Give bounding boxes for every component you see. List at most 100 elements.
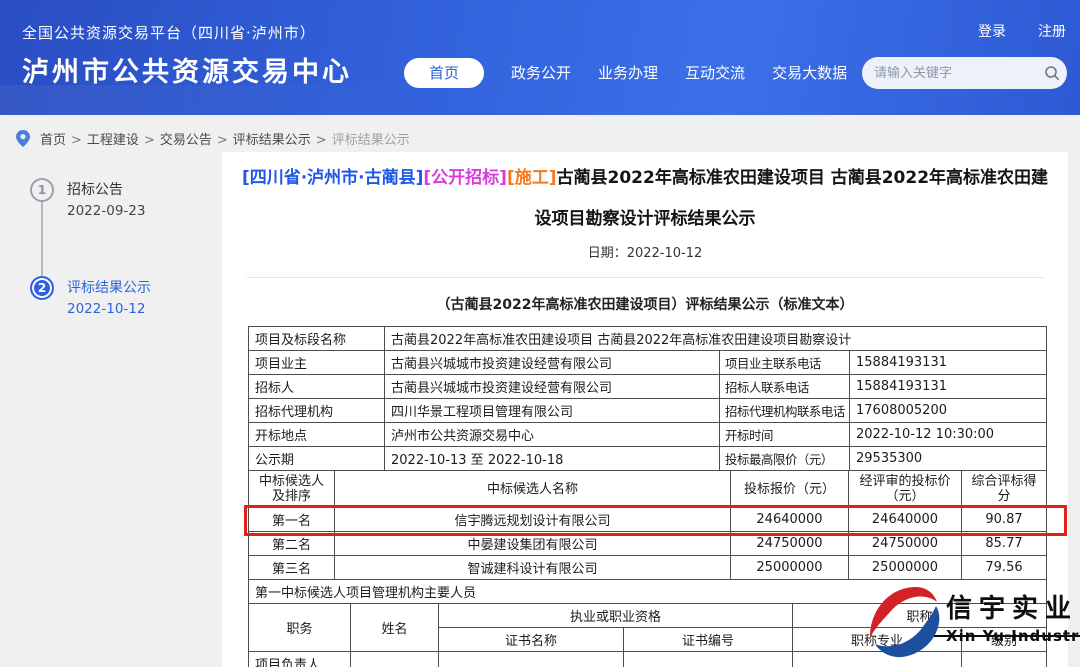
col-header-reviewed-price: 经评审的投标价（元） — [849, 471, 962, 508]
col-header-cert-no: 证书编号 — [624, 628, 793, 652]
info-value: 古蔺县2022年高标准农田建设项目 古蔺县2022年高标准农田建设项目勘察设计 — [385, 327, 1047, 351]
location-pin-icon — [16, 130, 30, 147]
article-date: 日期：2022-10-12 — [222, 242, 1068, 261]
info-label: 项目及标段名称 — [249, 327, 385, 351]
article-title: [四川省·泸州市·古蔺县][公开招标][施工]古蔺县2022年高标准农田建设项目… — [240, 158, 1050, 240]
main-nav: 首页 政务公开 业务办理 互动交流 交易大数据 — [404, 58, 847, 88]
empty-cell — [793, 652, 962, 667]
bid-candidates-table: 中标候选人及排序 中标候选人名称 投标报价（元） 经评审的投标价（元） 综合评标… — [248, 470, 1047, 580]
info-label: 项目业主联系电话 — [720, 351, 850, 375]
search-input[interactable] — [874, 66, 1044, 81]
nav-item-big-data[interactable]: 交易大数据 — [772, 58, 847, 88]
rank-cell: 第一名 — [249, 508, 335, 532]
table-row: 第三名 智诚建科设计有限公司 25000000 25000000 79.56 — [249, 556, 1047, 580]
empty-cell — [624, 652, 793, 667]
login-link[interactable]: 登录 — [978, 21, 1006, 41]
price-cell: 24640000 — [731, 508, 849, 532]
info-label: 项目业主 — [249, 351, 385, 375]
reviewed-price-cell: 24640000 — [849, 508, 962, 532]
breadcrumb-home[interactable]: 首页 — [40, 129, 82, 148]
empty-cell — [439, 652, 624, 667]
article-title-text: 古蔺县2022年高标准农田建设项目 古蔺县2022年高标准农田建设项目勘察设计评… — [535, 168, 1049, 229]
search-icon[interactable] — [1044, 65, 1060, 81]
timeline-step1-label: 招标公告 — [67, 180, 145, 200]
reviewed-price-cell: 25000000 — [849, 556, 962, 580]
col-header-title-level: 级别 — [962, 628, 1047, 652]
table-row: 开标地点 泸州市公共资源交易中心 开标时间 2022-10-12 10:30:0… — [249, 423, 1047, 447]
info-value: 2022-10-13 至 2022-10-18 — [385, 447, 720, 471]
region-tag: [四川省·泸州市·古蔺县] — [242, 168, 423, 188]
bid-header-row: 中标候选人及排序 中标候选人名称 投标报价（元） 经评审的投标价（元） 综合评标… — [249, 471, 1047, 508]
table-row: 招标人 古蔺县兴城城市投资建设经营有限公司 招标人联系电话 1588419313… — [249, 375, 1047, 399]
breadcrumb-current: 评标结果公示 — [332, 129, 415, 148]
personnel-header-row: 职务 姓名 执业或职业资格 职称 — [249, 604, 1047, 628]
info-value: 古蔺县兴城城市投资建设经营有限公司 — [385, 375, 720, 399]
rank-cell: 第二名 — [249, 532, 335, 556]
info-value: 15884193131 — [850, 375, 1047, 399]
breadcrumb-announcements[interactable]: 交易公告 — [160, 129, 228, 148]
timeline-step2-label: 评标结果公示 — [67, 278, 151, 298]
result-tables: 项目及标段名称 古蔺县2022年高标准农田建设项目 古蔺县2022年高标准农田建… — [248, 326, 1046, 667]
table-row: 项目及标段名称 古蔺县2022年高标准农田建设项目 古蔺县2022年高标准农田建… — [249, 327, 1047, 351]
timeline-step1-circle: 1 — [30, 178, 54, 202]
section-title-row: 第一中标候选人项目管理机构主要人员 — [249, 580, 1047, 604]
col-header-person-name: 姓名 — [351, 604, 439, 652]
info-label: 公示期 — [249, 447, 385, 471]
platform-title: 全国公共资源交易平台（四川省·泸州市） — [22, 22, 316, 43]
project-info-table: 项目及标段名称 古蔺县2022年高标准农田建设项目 古蔺县2022年高标准农田建… — [248, 326, 1047, 471]
info-label: 招标代理机构联系电话 — [720, 399, 850, 423]
table-row: 项目业主 古蔺县兴城城市投资建设经营有限公司 项目业主联系电话 15884193… — [249, 351, 1047, 375]
position-cell: 项目负责人 — [249, 652, 351, 667]
table-row: 招标代理机构 四川华景工程项目管理有限公司 招标代理机构联系电话 1760800… — [249, 399, 1047, 423]
register-link[interactable]: 注册 — [1038, 21, 1066, 41]
auth-links: 登录 注册 — [978, 21, 1066, 41]
bid-type-tag: [公开招标] — [423, 168, 507, 188]
breadcrumb: 首页 工程建设 交易公告 评标结果公示 评标结果公示 — [16, 129, 415, 148]
info-label: 开标时间 — [720, 423, 850, 447]
timeline-step2-circle: 2 — [30, 276, 54, 300]
nav-item-gov-info[interactable]: 政务公开 — [511, 58, 571, 88]
timeline-step-result[interactable]: 2 评标结果公示 2022-10-12 — [30, 276, 215, 320]
personnel-section-title: 第一中标候选人项目管理机构主要人员 — [249, 580, 1047, 604]
site-title: 泸州市公共资源交易中心 — [22, 50, 352, 89]
info-label: 招标人 — [249, 375, 385, 399]
info-value: 泸州市公共资源交易中心 — [385, 423, 720, 447]
timeline-step2-date: 2022-10-12 — [67, 298, 151, 320]
result-table-title: （古蔺县2022年高标准农田建设项目）评标结果公示（标准文本） — [222, 294, 1068, 314]
nav-item-home[interactable]: 首页 — [404, 58, 484, 88]
site-header: 全国公共资源交易平台（四川省·泸州市） 泸州市公共资源交易中心 登录 注册 首页… — [0, 0, 1080, 115]
score-cell: 90.87 — [962, 508, 1047, 532]
nav-item-services[interactable]: 业务办理 — [598, 58, 658, 88]
nav-item-interaction[interactable]: 互动交流 — [685, 58, 745, 88]
info-value: 古蔺县兴城城市投资建设经营有限公司 — [385, 351, 720, 375]
divider — [246, 277, 1044, 278]
col-header-qualification: 执业或职业资格 — [439, 604, 793, 628]
col-header-cert-name: 证书名称 — [439, 628, 624, 652]
info-value: 29535300 — [850, 447, 1047, 471]
candidate-name-cell: 信宇腾远规划设计有限公司 — [335, 508, 731, 532]
col-header-title: 职称 — [793, 604, 1047, 628]
process-timeline: 1 招标公告 2022-09-23 2 评标结果公示 2022-10-12 — [30, 178, 215, 320]
candidate-name-cell: 智诚建科设计有限公司 — [335, 556, 731, 580]
table-row: 公示期 2022-10-13 至 2022-10-18 投标最高限价（元） 29… — [249, 447, 1047, 471]
timeline-step-announcement[interactable]: 1 招标公告 2022-09-23 — [30, 178, 215, 222]
info-value: 四川华景工程项目管理有限公司 — [385, 399, 720, 423]
info-label: 招标代理机构 — [249, 399, 385, 423]
breadcrumb-engineering[interactable]: 工程建设 — [87, 129, 155, 148]
info-label: 投标最高限价（元） — [720, 447, 850, 471]
personnel-table: 第一中标候选人项目管理机构主要人员 职务 姓名 执业或职业资格 职称 证书名称 … — [248, 579, 1047, 667]
col-header-score: 综合评标得分 — [962, 471, 1047, 508]
price-cell: 24750000 — [731, 532, 849, 556]
info-label: 招标人联系电话 — [720, 375, 850, 399]
reviewed-price-cell: 24750000 — [849, 532, 962, 556]
info-value: 15884193131 — [850, 351, 1047, 375]
breadcrumb-results[interactable]: 评标结果公示 — [233, 129, 327, 148]
info-value: 17608005200 — [850, 399, 1047, 423]
empty-cell — [351, 652, 439, 667]
search-box[interactable] — [862, 57, 1067, 89]
candidate-name-cell: 中晏建设集团有限公司 — [335, 532, 731, 556]
price-cell: 25000000 — [731, 556, 849, 580]
page: 全国公共资源交易平台（四川省·泸州市） 泸州市公共资源交易中心 登录 注册 首页… — [0, 0, 1080, 667]
score-cell: 79.56 — [962, 556, 1047, 580]
article-card: [四川省·泸州市·古蔺县][公开招标][施工]古蔺县2022年高标准农田建设项目… — [222, 152, 1068, 667]
